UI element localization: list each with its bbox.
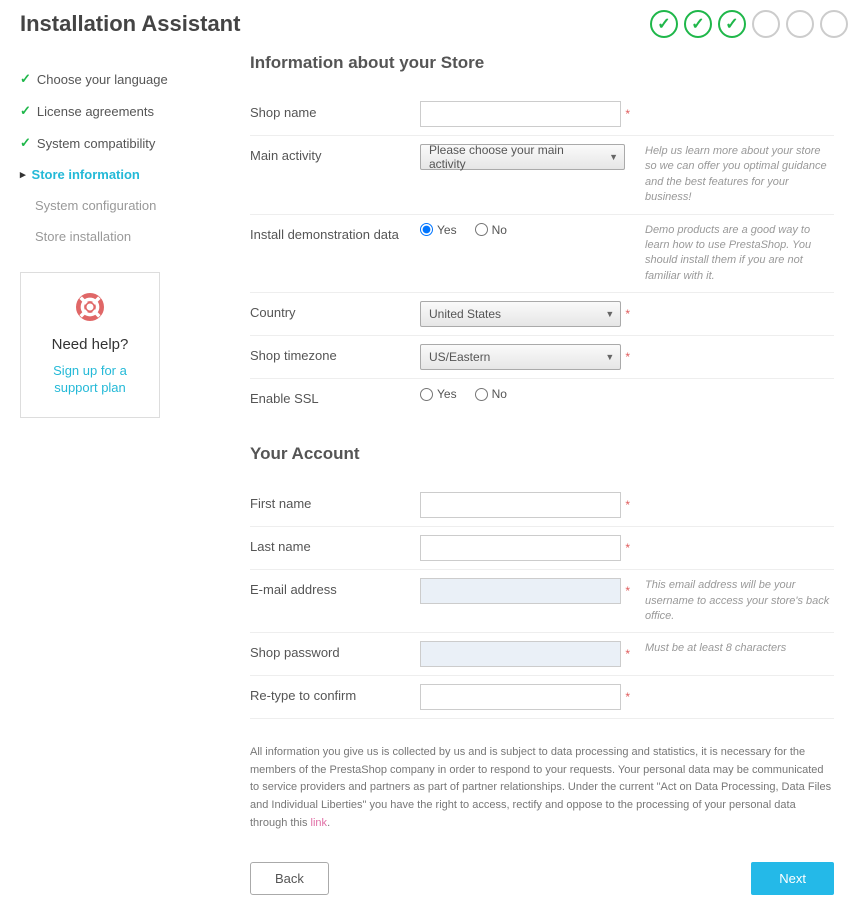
progress-step-2 <box>684 10 712 38</box>
progress-indicator <box>650 10 834 38</box>
help-signup-link[interactable]: Sign up for a support plan <box>36 363 144 397</box>
page-title: Installation Assistant <box>20 11 240 37</box>
firstname-input[interactable] <box>420 492 621 518</box>
country-label: Country <box>250 301 420 320</box>
shop-name-input[interactable] <box>420 101 621 127</box>
timezone-select[interactable]: US/Eastern <box>420 344 621 370</box>
lastname-label: Last name <box>250 535 420 554</box>
required-marker: * <box>625 541 630 555</box>
required-marker: * <box>625 647 630 661</box>
nav-license[interactable]: License agreements <box>20 95 230 127</box>
nav-store-info[interactable]: Store information <box>20 159 230 190</box>
confirm-label: Re-type to confirm <box>250 684 420 703</box>
next-button[interactable]: Next <box>751 862 834 895</box>
demo-no-radio[interactable]: No <box>475 223 507 237</box>
step-nav: Choose your language License agreements … <box>20 63 230 252</box>
password-label: Shop password <box>250 641 420 660</box>
demo-label: Install demonstration data <box>250 223 420 242</box>
required-marker: * <box>625 584 630 598</box>
progress-step-3 <box>718 10 746 38</box>
nav-system-config: System configuration <box>20 190 230 221</box>
required-marker: * <box>625 107 630 121</box>
nav-store-install: Store installation <box>20 221 230 252</box>
lifesaver-icon <box>36 293 144 328</box>
demo-hint: Demo products are a good way to learn ho… <box>630 223 834 285</box>
password-hint: Must be at least 8 characters <box>630 641 834 656</box>
email-hint: This email address will be your username… <box>630 578 834 624</box>
email-input[interactable] <box>420 578 621 604</box>
progress-step-1 <box>650 10 678 38</box>
progress-step-4 <box>752 10 780 38</box>
nav-compatibility[interactable]: System compatibility <box>20 127 230 159</box>
nav-choose-language[interactable]: Choose your language <box>20 63 230 95</box>
required-marker: * <box>625 690 630 704</box>
store-section-heading: Information about your Store <box>250 53 834 73</box>
legal-notice: All information you give us is collected… <box>250 744 834 832</box>
confirm-input[interactable] <box>420 684 621 710</box>
account-section-heading: Your Account <box>250 444 834 464</box>
timezone-label: Shop timezone <box>250 344 420 363</box>
required-marker: * <box>625 350 630 364</box>
progress-step-6 <box>820 10 848 38</box>
country-select[interactable]: United States <box>420 301 621 327</box>
email-label: E-mail address <box>250 578 420 597</box>
ssl-no-radio[interactable]: No <box>475 387 507 401</box>
activity-select[interactable]: Please choose your main activity <box>420 144 625 170</box>
lastname-input[interactable] <box>420 535 621 561</box>
required-marker: * <box>625 307 630 321</box>
ssl-label: Enable SSL <box>250 387 420 406</box>
progress-step-5 <box>786 10 814 38</box>
ssl-yes-radio[interactable]: Yes <box>420 387 457 401</box>
back-button[interactable]: Back <box>250 862 329 895</box>
required-marker: * <box>625 498 630 512</box>
help-box: Need help? Sign up for a support plan <box>20 272 160 418</box>
password-input[interactable] <box>420 641 621 667</box>
activity-label: Main activity <box>250 144 420 163</box>
firstname-label: First name <box>250 492 420 511</box>
help-title: Need help? <box>36 336 144 353</box>
legal-link[interactable]: link <box>311 817 328 829</box>
activity-hint: Help us learn more about your store so w… <box>630 144 834 206</box>
shop-name-label: Shop name <box>250 101 420 120</box>
demo-yes-radio[interactable]: Yes <box>420 223 457 237</box>
